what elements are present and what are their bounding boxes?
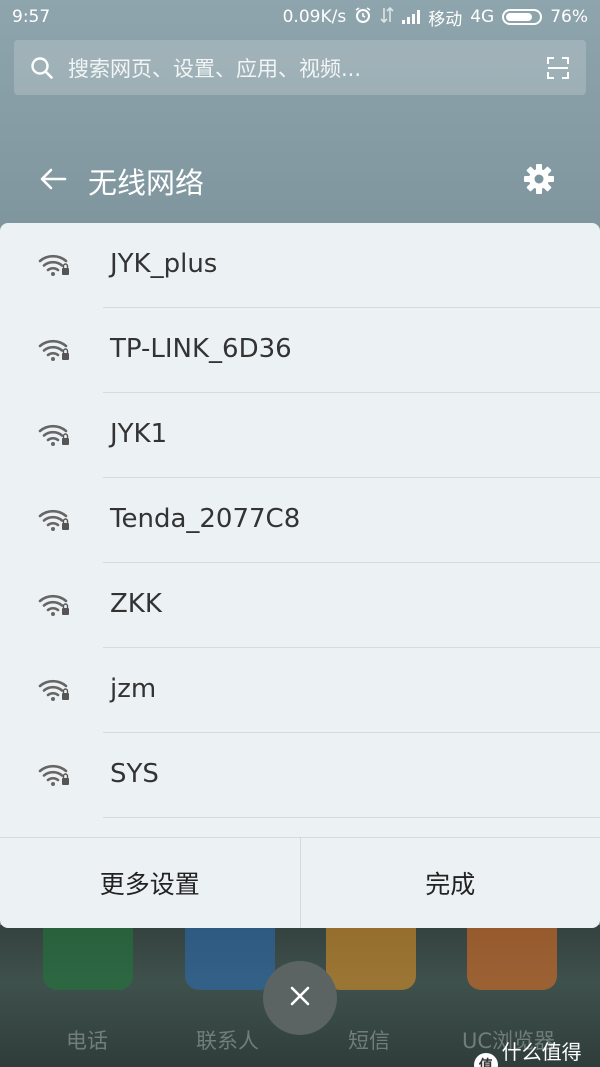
wifi-network-item[interactable]: jzm	[0, 648, 600, 733]
wifi-network-item[interactable]: Tenda_2077C8	[0, 478, 600, 563]
dock-app-label: 短信	[348, 1029, 390, 1053]
battery-percent: 76%	[550, 7, 588, 27]
wifi-lock-icon	[38, 678, 70, 706]
signal-icon	[402, 10, 421, 24]
wifi-lock-icon	[38, 508, 70, 536]
network-name: JYK_plus	[110, 249, 218, 279]
wifi-network-item[interactable]: JYK_plus	[0, 223, 600, 308]
search-bar[interactable]: 搜索网页、设置、应用、视频...	[14, 40, 586, 95]
search-icon	[30, 56, 54, 80]
wifi-lock-icon	[38, 763, 70, 791]
data-transfer-icon	[380, 6, 394, 29]
net-speed: 0.09K/s	[282, 7, 347, 27]
status-right: 0.09K/s 移动 4G 76%	[283, 5, 588, 30]
wifi-network-item[interactable]: SYS	[0, 733, 600, 818]
contacts-icon	[185, 928, 275, 990]
network-name: JYK1	[110, 419, 168, 449]
sheet-actions: 更多设置 完成	[0, 837, 600, 928]
status-bar: 9:57 0.09K/s 移动 4G 76%	[0, 0, 600, 34]
battery-icon	[502, 9, 543, 25]
dock-app-label: 电话	[66, 1029, 108, 1053]
page-header: 无线网络	[0, 150, 600, 210]
carrier-name: 移动	[428, 9, 463, 30]
page-title: 无线网络	[88, 166, 205, 200]
status-time: 9:57	[12, 7, 51, 27]
wifi-network-sheet: JYK_plus TP-LINK_6D36 JYK1 Tenda_2077C8 ZKK j…	[0, 223, 600, 928]
wifi-network-item[interactable]: JYK1	[0, 393, 600, 478]
gear-icon[interactable]	[522, 162, 556, 200]
dock-app-label: 联系人	[196, 1029, 259, 1053]
wifi-lock-icon	[38, 423, 70, 451]
close-button[interactable]	[263, 961, 337, 1035]
scan-icon[interactable]	[546, 56, 570, 80]
done-button[interactable]: 完成	[301, 838, 600, 928]
network-name: SYS	[110, 759, 159, 789]
watermark-text: 什么值得买	[501, 1040, 582, 1064]
sms-icon	[326, 928, 416, 990]
wifi-lock-icon	[38, 253, 70, 281]
more-settings-button[interactable]: 更多设置	[0, 838, 300, 928]
phone-icon	[43, 928, 133, 990]
wifi-network-item[interactable]: TP-LINK_6D36	[0, 308, 600, 393]
wifi-lock-icon	[38, 338, 70, 366]
wifi-network-item[interactable]: ZKK	[0, 563, 600, 648]
back-arrow-icon[interactable]	[38, 164, 68, 198]
network-name: TP-LINK_6D36	[110, 334, 292, 364]
network-name: jzm	[110, 674, 157, 704]
watermark-logo: 值	[474, 1053, 498, 1067]
search-placeholder: 搜索网页、设置、应用、视频...	[68, 56, 362, 81]
network-name: Tenda_2077C8	[110, 504, 301, 534]
watermark: 值 什么值得买	[474, 1036, 600, 1067]
uc-browser-icon	[467, 928, 557, 990]
network-name: ZKK	[110, 589, 162, 619]
network-type: 4G	[470, 7, 495, 27]
divider	[103, 817, 600, 818]
alarm-icon	[354, 6, 372, 29]
wifi-lock-icon	[38, 593, 70, 621]
close-icon	[289, 985, 311, 1011]
